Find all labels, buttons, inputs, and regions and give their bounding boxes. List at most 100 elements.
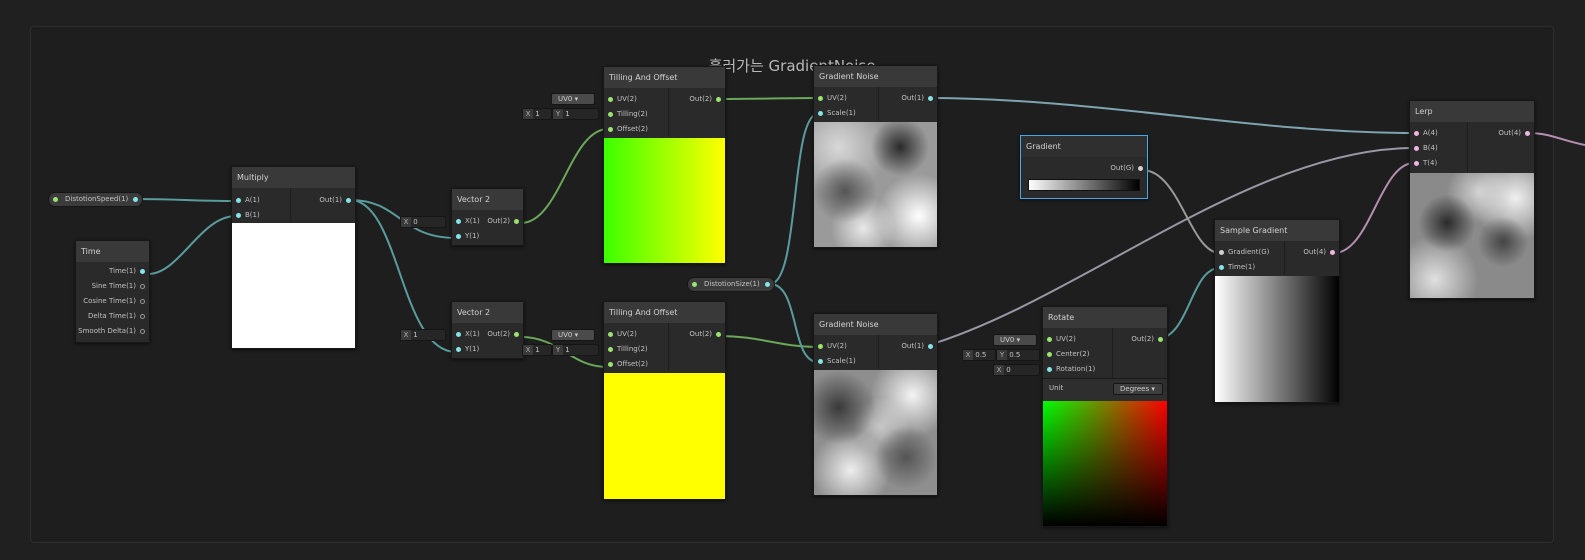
tiling-top-output[interactable]: Out(2) — [689, 95, 725, 104]
tiling-bottom-output[interactable]: Out(2) — [689, 330, 725, 339]
rotate-input-uv[interactable]: UV(2) — [1043, 335, 1076, 344]
rotate-uv-dropdown[interactable]: UV0 ▾ — [993, 334, 1037, 346]
tiling-bottom-tiling-y-field[interactable]: Y 1 — [552, 344, 599, 356]
rotate-unit-dropdown[interactable]: Degrees ▾ — [1113, 383, 1163, 395]
vector2-bottom-input-y[interactable]: Y(1) — [452, 345, 479, 354]
noise-bottom-output[interactable]: Out(1) — [901, 342, 937, 351]
group-title[interactable]: 흘러가는 GradientNoise — [31, 55, 1553, 76]
input-port-icon[interactable] — [1414, 146, 1419, 151]
noise-bottom-input-uv[interactable]: UV(2) — [814, 342, 847, 351]
input-port-icon[interactable] — [456, 332, 461, 337]
gradient-noise-bottom-node[interactable]: Gradient Noise UV(2) Scale(1) Out(1) — [813, 313, 938, 496]
input-port-icon[interactable] — [236, 198, 241, 203]
gradient-noise-top-node[interactable]: Gradient Noise UV(2) Scale(1) Out(1) — [813, 65, 938, 248]
multiply-output[interactable]: Out(1) — [319, 196, 355, 205]
tiling-offset-top-node[interactable]: Tilling And Offset UV(2) Tilling(2) Offs… — [603, 66, 726, 264]
multiply-node[interactable]: Multiply A(1) B(1) Out(1) — [231, 166, 356, 349]
output-port-icon[interactable] — [514, 332, 519, 337]
tiling-offset-bottom-node[interactable]: Tilling And Offset UV(2) Tilling(2) Offs… — [603, 301, 726, 500]
vector2-bottom-input-x[interactable]: X(1) — [452, 330, 480, 339]
input-port-icon[interactable] — [1414, 131, 1419, 136]
vector2-top-x-field[interactable]: X 0 — [400, 216, 446, 228]
rotate-input-rotation[interactable]: Rotation(1) — [1043, 365, 1095, 374]
rotate-input-center[interactable]: Center(2) — [1043, 350, 1089, 359]
input-port-icon[interactable] — [1414, 161, 1419, 166]
input-port-icon[interactable] — [1047, 367, 1052, 372]
lerp-input-a[interactable]: A(4) — [1410, 129, 1438, 138]
time-node[interactable]: Time Time(1) Sine Time(1) Cosine Time(1)… — [75, 240, 150, 343]
vector2-top-output[interactable]: Out(2) — [487, 217, 523, 226]
vector2-bottom-node[interactable]: Vector 2 X(1) Y(1) Out(2) — [451, 301, 524, 359]
input-port-icon[interactable] — [608, 362, 613, 367]
time-output-cosine[interactable]: Cosine Time(1) — [83, 297, 149, 306]
output-port-icon[interactable] — [140, 284, 145, 289]
tiling-bottom-uv-dropdown[interactable]: UV0 ▾ — [551, 329, 595, 341]
tiling-bottom-tiling-x-field[interactable]: X 1 — [522, 344, 552, 356]
vector2-bottom-output[interactable]: Out(2) — [487, 330, 523, 339]
tiling-offset-top-title[interactable]: Tilling And Offset — [604, 67, 725, 88]
tiling-bottom-input-offset[interactable]: Offset(2) — [604, 360, 648, 369]
rotate-node[interactable]: Rotate UV(2) Center(2) Rotation(1) Out(2… — [1042, 306, 1168, 527]
sample-gradient-input-gradient[interactable]: Gradient(G) — [1215, 248, 1269, 257]
output-port-icon[interactable] — [716, 97, 721, 102]
lerp-output[interactable]: Out(4) — [1498, 129, 1534, 138]
noise-top-input-uv[interactable]: UV(2) — [814, 94, 847, 103]
gradient-noise-top-title[interactable]: Gradient Noise — [814, 66, 937, 87]
output-port-icon[interactable] — [764, 282, 770, 287]
input-port-icon[interactable] — [1047, 337, 1052, 342]
vector2-bottom-title[interactable]: Vector 2 — [452, 302, 523, 323]
output-port-icon[interactable] — [1138, 166, 1143, 171]
rotate-output[interactable]: Out(2) — [1131, 335, 1167, 344]
output-port-icon[interactable] — [140, 299, 145, 304]
input-port-icon[interactable] — [456, 347, 461, 352]
tiling-top-tiling-x-field[interactable]: X 1 — [522, 108, 552, 120]
distortion-size-property[interactable]: DistotionSize(1) — [687, 277, 775, 292]
sample-gradient-input-time[interactable]: Time(1) — [1215, 263, 1255, 272]
gradient-output[interactable]: Out(G) — [1110, 164, 1147, 173]
time-node-title[interactable]: Time — [76, 241, 149, 262]
vector2-top-input-x[interactable]: X(1) — [452, 217, 480, 226]
input-port-icon[interactable] — [456, 234, 461, 239]
tiling-bottom-input-uv[interactable]: UV(2) — [604, 330, 637, 339]
sample-gradient-output[interactable]: Out(4) — [1303, 248, 1339, 257]
input-port-icon[interactable] — [818, 344, 823, 349]
sample-gradient-node[interactable]: Sample Gradient Gradient(G) Time(1) Out(… — [1214, 219, 1340, 403]
input-port-icon[interactable] — [818, 359, 823, 364]
input-port-icon[interactable] — [818, 111, 823, 116]
noise-top-input-scale[interactable]: Scale(1) — [814, 109, 856, 118]
rotate-center-y-field[interactable]: Y 0.5 — [996, 349, 1040, 361]
vector2-top-title[interactable]: Vector 2 — [452, 189, 523, 210]
time-output-sine[interactable]: Sine Time(1) — [92, 282, 149, 291]
input-port-icon[interactable] — [1219, 250, 1224, 255]
lerp-node[interactable]: Lerp A(4) B(4) T(4) Out(4) — [1409, 100, 1535, 299]
tiling-top-tiling-y-field[interactable]: Y 1 — [552, 108, 599, 120]
lerp-input-b[interactable]: B(4) — [1410, 144, 1438, 153]
output-port-icon[interactable] — [1330, 250, 1335, 255]
output-port-icon[interactable] — [140, 314, 145, 319]
gradient-field[interactable] — [1028, 179, 1140, 191]
multiply-node-title[interactable]: Multiply — [232, 167, 355, 188]
output-port-icon[interactable] — [514, 219, 519, 224]
tiling-top-input-offset[interactable]: Offset(2) — [604, 125, 648, 134]
input-port-icon[interactable] — [608, 127, 613, 132]
noise-bottom-input-scale[interactable]: Scale(1) — [814, 357, 856, 366]
vector2-top-node[interactable]: Vector 2 X(1) Y(1) Out(2) — [451, 188, 524, 246]
time-output-smooth-delta[interactable]: Smooth Delta(1) — [78, 327, 149, 336]
vector2-bottom-x-field[interactable]: X 1 — [400, 329, 446, 341]
gradient-noise-bottom-title[interactable]: Gradient Noise — [814, 314, 937, 335]
output-port-icon[interactable] — [928, 96, 933, 101]
time-output-delta[interactable]: Delta Time(1) — [88, 312, 149, 321]
input-port-icon[interactable] — [236, 213, 241, 218]
tiling-top-uv-dropdown[interactable]: UV0 ▾ — [551, 93, 595, 105]
input-port-icon[interactable] — [608, 332, 613, 337]
input-port-icon[interactable] — [1047, 352, 1052, 357]
time-output-time[interactable]: Time(1) — [109, 267, 149, 276]
output-port-icon[interactable] — [716, 332, 721, 337]
output-port-icon[interactable] — [928, 344, 933, 349]
distortion-speed-property[interactable]: DistotionSpeed(1) — [48, 192, 144, 207]
input-port-icon[interactable] — [1219, 265, 1224, 270]
tiling-bottom-input-tiling[interactable]: Tilling(2) — [604, 345, 648, 354]
rotate-node-title[interactable]: Rotate — [1043, 307, 1167, 328]
input-port-icon[interactable] — [818, 96, 823, 101]
tiling-offset-bottom-title[interactable]: Tilling And Offset — [604, 302, 725, 323]
